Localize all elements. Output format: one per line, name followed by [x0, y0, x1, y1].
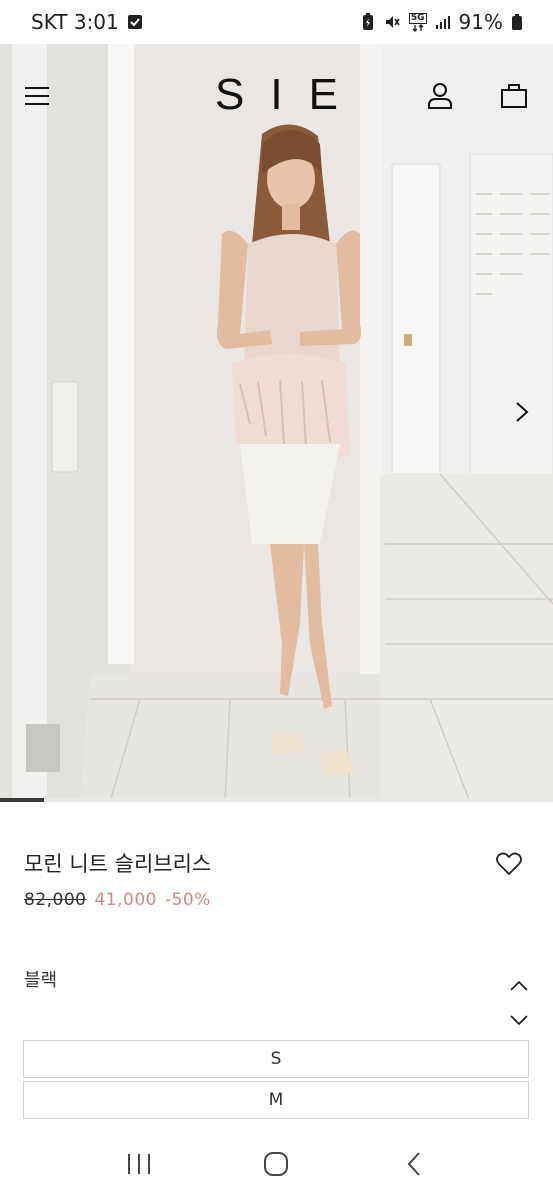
- product-name: 모린 니트 슬리브리스: [24, 852, 212, 876]
- chevron-right-icon: [516, 402, 529, 422]
- status-bar: SKT 3:01 5G 91%: [0, 0, 553, 44]
- system-navigation-bar: [0, 1128, 553, 1200]
- recent-apps-button[interactable]: [109, 1134, 169, 1194]
- product-photo: [0, 44, 553, 802]
- wishlist-button[interactable]: [496, 852, 526, 882]
- battery-percentage: 91%: [458, 10, 503, 34]
- home-icon: [264, 1152, 289, 1176]
- signal-icon: [435, 14, 451, 30]
- scroll-up-button[interactable]: [504, 974, 534, 998]
- battery-saver-icon: [361, 13, 375, 31]
- size-option-m[interactable]: M: [23, 1081, 529, 1119]
- gallery-progress-fill: [0, 798, 45, 802]
- chevron-down-icon: [510, 1015, 528, 1026]
- product-image-gallery[interactable]: SIE: [0, 44, 553, 802]
- account-button[interactable]: [420, 75, 460, 115]
- discount-rate: -50%: [164, 890, 211, 910]
- status-carrier-time: SKT 3:01: [31, 10, 119, 34]
- shopping-bag-icon: [501, 84, 527, 108]
- brand-logo[interactable]: SIE: [0, 70, 553, 120]
- checkbox-notification-icon: [127, 14, 143, 30]
- user-icon: [428, 83, 452, 109]
- recent-apps-icon: [127, 1154, 150, 1174]
- home-button[interactable]: [246, 1134, 306, 1194]
- battery-icon: [511, 13, 523, 31]
- original-price: 82,000: [24, 890, 87, 910]
- price-row: 82,000 41,000 -50%: [24, 890, 211, 910]
- sale-price: 41,000: [94, 890, 157, 910]
- selected-color: 블랙: [24, 970, 58, 991]
- chevron-up-icon: [510, 980, 528, 991]
- cart-button[interactable]: [494, 75, 534, 115]
- back-icon: [407, 1152, 420, 1176]
- network-5g-icon: 5G: [408, 12, 427, 32]
- back-button[interactable]: [384, 1134, 444, 1194]
- scroll-down-button[interactable]: [504, 1008, 534, 1032]
- mute-icon: [383, 13, 401, 31]
- next-image-button[interactable]: [502, 392, 542, 432]
- size-option-s[interactable]: S: [23, 1040, 529, 1078]
- gallery-progress-bar: [0, 798, 553, 802]
- heart-icon: [496, 852, 522, 876]
